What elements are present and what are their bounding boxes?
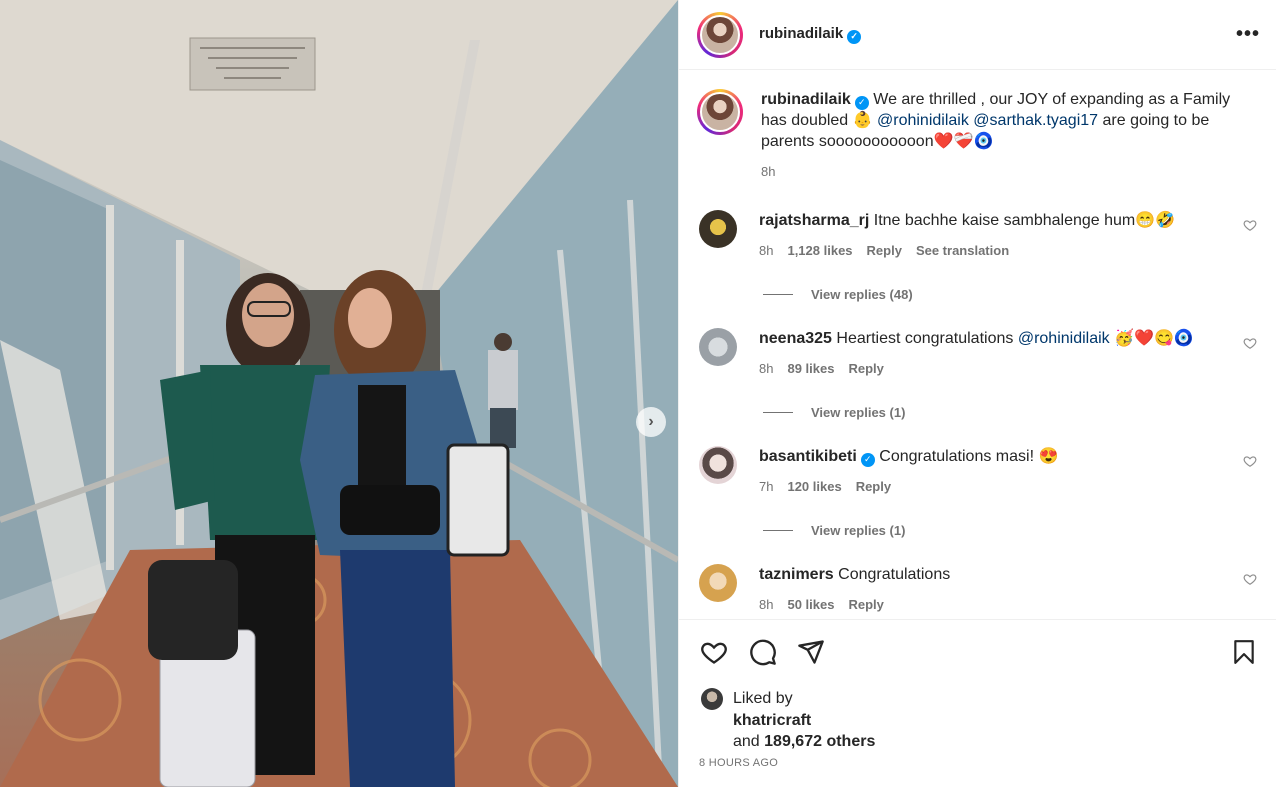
comment-username[interactable]: neena325 (759, 330, 832, 347)
more-options-icon[interactable]: ••• (1236, 23, 1260, 46)
view-replies-button[interactable]: View replies (1) (763, 405, 1276, 420)
see-translation-button[interactable]: See translation (916, 240, 1009, 261)
reply-button[interactable]: Reply (848, 358, 883, 379)
comment-body: neena325 Heartiest congratulations @rohi… (759, 328, 1229, 379)
comment-meta: 8h 1,128 likes Reply See translation (759, 240, 1229, 261)
comment-body: taznimers Congratulations 8h 50 likes Re… (759, 564, 1229, 615)
airport-walkway-photo (0, 0, 678, 787)
comment-icon[interactable] (749, 638, 777, 666)
replies-divider (763, 530, 793, 531)
share-icon[interactable] (797, 638, 825, 666)
save-icon[interactable] (1231, 638, 1257, 666)
view-replies-label[interactable]: View replies (1) (811, 405, 905, 420)
action-icons (699, 638, 1257, 666)
comment-like-icon[interactable] (1243, 336, 1257, 350)
comment-time[interactable]: 7h (759, 476, 773, 497)
view-replies-label[interactable]: View replies (48) (811, 287, 913, 302)
comment-likes[interactable]: 120 likes (787, 476, 841, 497)
comment-item: taznimers Congratulations 8h 50 likes Re… (679, 564, 1276, 615)
comment-time[interactable]: 8h (759, 240, 773, 261)
comment-like-icon[interactable] (1243, 454, 1257, 468)
replies-divider (763, 294, 793, 295)
next-arrow-icon[interactable]: › (636, 407, 666, 437)
comment-text: Congratulations (838, 566, 951, 583)
post-header: rubinadilaik ✓ ••• (679, 0, 1276, 70)
post-caption: rubinadilaik ✓ We are thrilled , our JOY … (679, 71, 1276, 182)
comment-meta: 7h 120 likes Reply (759, 476, 1229, 497)
verified-icon: ✓ (860, 452, 875, 467)
comment-item: rajatsharma_rj Itne bachhe kaise sambhal… (679, 210, 1276, 261)
comment-body: rajatsharma_rj Itne bachhe kaise sambhal… (759, 210, 1229, 261)
replies-divider (763, 412, 793, 413)
caption-avatar[interactable] (697, 89, 743, 135)
comment-meta: 8h 50 likes Reply (759, 594, 1229, 615)
view-replies-button[interactable]: View replies (1) (763, 523, 1276, 538)
comment-username[interactable]: basantikibeti (759, 448, 857, 465)
caption-mention-1[interactable]: @rohinidilaik (877, 112, 969, 129)
comment-text: Congratulations masi! 😍 (879, 448, 1059, 465)
comment-mention[interactable]: @rohinidilaik (1018, 330, 1110, 347)
post-actions: Liked by khatricraft and 189,672 others … (679, 619, 1276, 769)
comment-likes[interactable]: 50 likes (787, 594, 834, 615)
caption-mention-2[interactable]: @sarthak.tyagi17 (973, 112, 1098, 129)
verified-icon: ✓ (847, 29, 862, 44)
header-username-text[interactable]: rubinadilaik (759, 25, 843, 42)
view-replies-button[interactable]: View replies (48) (763, 287, 1276, 302)
liked-by: Liked by khatricraft and 189,672 others (699, 688, 1257, 753)
liked-by-text: Liked by khatricraft and 189,672 others (733, 688, 875, 753)
comment-avatar[interactable] (699, 210, 737, 248)
reply-button[interactable]: Reply (856, 476, 891, 497)
and-label: and (733, 733, 760, 750)
caption-username[interactable]: rubinadilaik (761, 91, 851, 108)
liked-by-label: Liked by (733, 690, 793, 707)
comment-item: neena325 Heartiest congratulations @rohi… (679, 328, 1276, 379)
avatar[interactable] (697, 11, 743, 58)
comment-text: Heartiest congratulations (836, 330, 1018, 347)
view-replies-label[interactable]: View replies (1) (811, 523, 905, 538)
comment-avatar[interactable] (699, 328, 737, 366)
liked-by-avatar[interactable] (701, 688, 723, 710)
comment-body: basantikibeti ✓ Congratulations masi! 😍 7… (759, 446, 1229, 497)
comment-item: basantikibeti ✓ Congratulations masi! 😍 7… (679, 446, 1276, 497)
caption-body: rubinadilaik ✓ We are thrilled , our JOY … (761, 89, 1256, 182)
liked-by-others[interactable]: 189,672 others (764, 733, 875, 750)
liked-by-user[interactable]: khatricraft (733, 710, 875, 732)
comment-meta: 8h 89 likes Reply (759, 358, 1229, 379)
comment-like-icon[interactable] (1243, 572, 1257, 586)
post-photo: › (0, 0, 678, 787)
comment-text-post: 🥳❤️😋🧿 (1109, 330, 1194, 347)
verified-icon: ✓ (854, 95, 869, 110)
comment-username[interactable]: rajatsharma_rj (759, 212, 869, 229)
reply-button[interactable]: Reply (867, 240, 902, 261)
comment-avatar[interactable] (699, 446, 737, 484)
comment-likes[interactable]: 1,128 likes (787, 240, 852, 261)
comment-username[interactable]: taznimers (759, 566, 834, 583)
comment-avatar[interactable] (699, 564, 737, 602)
comment-likes[interactable]: 89 likes (787, 358, 834, 379)
comments-list[interactable]: rubinadilaik ✓ We are thrilled , our JOY … (679, 71, 1276, 619)
comment-like-icon[interactable] (1243, 218, 1257, 232)
like-icon[interactable] (699, 638, 729, 666)
post-panel: rubinadilaik ✓ ••• rubinadilaik ✓ We are t… (678, 0, 1276, 787)
caption-time[interactable]: 8h (761, 161, 1256, 182)
post-date[interactable]: 8 HOURS AGO (699, 757, 1257, 769)
comment-time[interactable]: 8h (759, 594, 773, 615)
comment-time[interactable]: 8h (759, 358, 773, 379)
reply-button[interactable]: Reply (848, 594, 883, 615)
comment-text: Itne bachhe kaise sambhalenge hum😁🤣 (873, 212, 1176, 229)
header-username[interactable]: rubinadilaik ✓ (759, 25, 862, 44)
